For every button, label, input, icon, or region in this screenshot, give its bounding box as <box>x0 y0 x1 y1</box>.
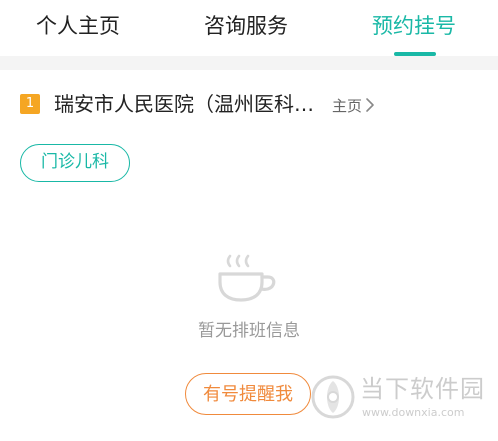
department-tag[interactable]: 门诊儿科 <box>20 144 130 182</box>
hospital-homepage-link[interactable]: 主页 <box>332 94 377 116</box>
watermark-logo-icon <box>311 375 355 419</box>
watermark: 当下软件园 www.downxia.com <box>310 372 490 428</box>
homepage-link-label: 主页 <box>332 96 363 115</box>
watermark-url: www.downxia.com <box>362 406 465 419</box>
remind-me-button[interactable]: 有号提醒我 <box>185 373 311 415</box>
top-tab-bar: 个人主页 咨询服务 预约挂号 <box>0 0 498 56</box>
chevron-right-icon <box>366 98 374 112</box>
hospital-name: 瑞安市人民医院（温州医科大学附属第三医院） <box>54 92 319 116</box>
tab-personal-homepage[interactable]: 个人主页 <box>36 12 120 40</box>
coffee-cup-icon <box>218 254 276 302</box>
watermark-title: 当下软件园 <box>360 375 485 403</box>
empty-schedule-message: 暂无排班信息 <box>198 321 300 341</box>
tab-consultation-service[interactable]: 咨询服务 <box>204 12 288 40</box>
rank-badge: 1 <box>20 94 40 114</box>
tab-appointment-booking[interactable]: 预约挂号 <box>372 12 456 40</box>
hospital-row: 1 瑞安市人民医院（温州医科大学附属第三医院） 主页 <box>0 70 498 140</box>
section-divider <box>0 56 498 70</box>
